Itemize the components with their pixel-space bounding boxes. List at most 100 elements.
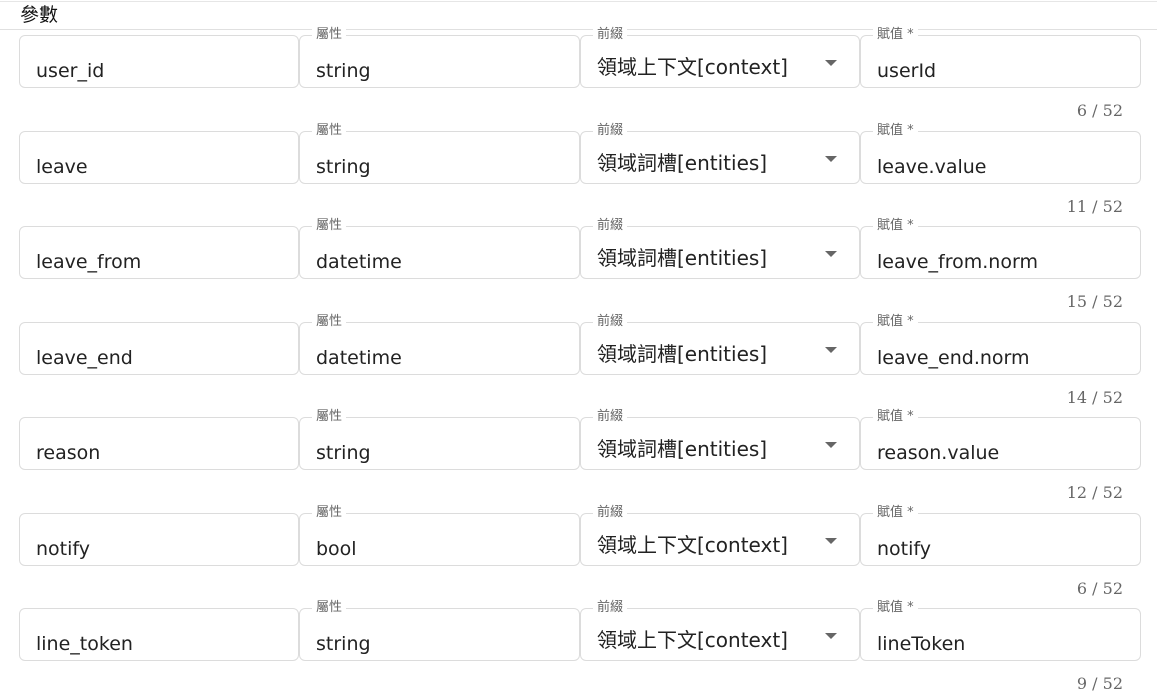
parameter-row: user_id 屬性 string 前綴 領域上下文[context] 賦值 *… <box>0 27 1157 127</box>
param-prefix-value: 領域詞槽[entities] <box>597 151 768 175</box>
param-name-value: leave_from <box>36 251 142 273</box>
param-prefix-label: 前綴 <box>593 505 628 521</box>
parameter-row: notify 屬性 bool 前綴 領域上下文[context] 賦值 * no… <box>0 505 1157 605</box>
param-prefix-select[interactable]: 前綴 領域詞槽[entities] <box>580 409 860 470</box>
param-name-field[interactable]: leave_end <box>19 322 299 375</box>
param-assign-field[interactable]: 賦值 * leave_from.norm <box>860 218 1141 279</box>
param-assign-value: lineToken <box>877 633 966 655</box>
parameter-row: leave 屬性 string 前綴 領域詞槽[entities] 賦值 * l… <box>0 123 1157 223</box>
param-prefix-select[interactable]: 前綴 領域詞槽[entities] <box>580 123 860 184</box>
param-assign-label: 賦值 * <box>873 505 918 521</box>
param-type-value: string <box>316 156 371 178</box>
param-type-field[interactable]: 屬性 string <box>299 600 580 661</box>
char-counter: 9 / 52 <box>1076 674 1123 693</box>
param-prefix-label: 前綴 <box>593 409 628 425</box>
param-type-field[interactable]: 屬性 string <box>299 409 580 470</box>
param-prefix-label: 前綴 <box>593 600 628 616</box>
section-title: 參數 <box>20 4 59 26</box>
param-assign-label: 賦值 * <box>873 600 918 616</box>
param-prefix-select[interactable]: 前綴 領域上下文[context] <box>580 600 860 661</box>
param-prefix-select[interactable]: 前綴 領域詞槽[entities] <box>580 218 860 279</box>
param-prefix-label: 前綴 <box>593 314 628 330</box>
param-name-field[interactable]: notify <box>19 513 299 566</box>
param-assign-label: 賦值 * <box>873 27 918 43</box>
parameter-row: reason 屬性 string 前綴 領域詞槽[entities] 賦值 * … <box>0 409 1157 509</box>
param-prefix-select[interactable]: 前綴 領域上下文[context] <box>580 505 860 566</box>
param-prefix-label: 前綴 <box>593 27 628 43</box>
param-prefix-value: 領域上下文[context] <box>597 628 788 652</box>
char-counter: 12 / 52 <box>1066 483 1123 502</box>
param-assign-field[interactable]: 賦值 * notify <box>860 505 1141 566</box>
char-counter: 6 / 52 <box>1076 101 1123 120</box>
param-assign-field[interactable]: 賦值 * userId <box>860 27 1141 88</box>
char-counter: 15 / 52 <box>1066 292 1123 311</box>
param-prefix-label: 前綴 <box>593 123 628 139</box>
param-assign-label: 賦值 * <box>873 218 918 234</box>
dropdown-caret-icon[interactable] <box>825 633 837 639</box>
top-divider <box>0 1 1157 2</box>
param-assign-field[interactable]: 賦值 * lineToken <box>860 600 1141 661</box>
dropdown-caret-icon[interactable] <box>825 538 837 544</box>
param-type-label: 屬性 <box>312 27 347 43</box>
param-type-field[interactable]: 屬性 string <box>299 123 580 184</box>
param-name-field[interactable]: line_token <box>19 608 299 661</box>
dropdown-caret-icon[interactable] <box>825 251 837 257</box>
param-type-value: datetime <box>316 347 402 369</box>
param-name-value: reason <box>36 442 101 464</box>
param-type-field[interactable]: 屬性 datetime <box>299 314 580 375</box>
param-type-value: datetime <box>316 251 402 273</box>
param-type-value: string <box>316 60 371 82</box>
param-assign-label: 賦值 * <box>873 123 918 139</box>
dropdown-caret-icon[interactable] <box>825 347 837 353</box>
param-assign-label: 賦值 * <box>873 409 918 425</box>
param-name-field[interactable]: reason <box>19 417 299 470</box>
param-assign-value: leave.value <box>877 156 987 178</box>
param-assign-field[interactable]: 賦值 * leave_end.norm <box>860 314 1141 375</box>
param-name-value: notify <box>36 538 90 560</box>
param-name-value: line_token <box>36 633 133 655</box>
param-name-value: leave <box>36 156 88 178</box>
param-name-value: user_id <box>36 60 105 82</box>
dropdown-caret-icon[interactable] <box>825 60 837 66</box>
param-prefix-value: 領域上下文[context] <box>597 55 788 79</box>
param-type-field[interactable]: 屬性 datetime <box>299 218 580 279</box>
param-assign-value: userId <box>877 60 937 82</box>
param-type-value: string <box>316 633 371 655</box>
param-type-field[interactable]: 屬性 bool <box>299 505 580 566</box>
param-type-value: string <box>316 442 371 464</box>
parameter-row: leave_from 屬性 datetime 前綴 領域詞槽[entities]… <box>0 218 1157 318</box>
param-prefix-select[interactable]: 前綴 領域上下文[context] <box>580 27 860 88</box>
param-assign-label: 賦值 * <box>873 314 918 330</box>
param-name-value: leave_end <box>36 347 133 369</box>
param-name-field[interactable]: user_id <box>19 35 299 88</box>
param-prefix-value: 領域上下文[context] <box>597 533 788 557</box>
param-type-label: 屬性 <box>312 314 347 330</box>
parameter-row: leave_end 屬性 datetime 前綴 領域詞槽[entities] … <box>0 314 1157 414</box>
param-type-value: bool <box>316 538 357 560</box>
param-prefix-value: 領域詞槽[entities] <box>597 342 768 366</box>
param-name-field[interactable]: leave <box>19 131 299 184</box>
dropdown-caret-icon[interactable] <box>825 442 837 448</box>
param-prefix-select[interactable]: 前綴 領域詞槽[entities] <box>580 314 860 375</box>
param-prefix-label: 前綴 <box>593 218 628 234</box>
char-counter: 14 / 52 <box>1066 388 1123 407</box>
param-assign-field[interactable]: 賦值 * leave.value <box>860 123 1141 184</box>
param-name-field[interactable]: leave_from <box>19 226 299 279</box>
param-type-label: 屬性 <box>312 505 347 521</box>
param-prefix-value: 領域詞槽[entities] <box>597 246 768 270</box>
char-counter: 6 / 52 <box>1076 579 1123 598</box>
param-type-field[interactable]: 屬性 string <box>299 27 580 88</box>
header-divider <box>0 29 1157 30</box>
param-type-label: 屬性 <box>312 123 347 139</box>
param-prefix-value: 領域詞槽[entities] <box>597 437 768 461</box>
param-assign-value: reason.value <box>877 442 1000 464</box>
param-type-label: 屬性 <box>312 218 347 234</box>
param-assign-value: leave_end.norm <box>877 347 1030 369</box>
param-assign-field[interactable]: 賦值 * reason.value <box>860 409 1141 470</box>
param-assign-value: leave_from.norm <box>877 251 1038 273</box>
param-assign-value: notify <box>877 538 931 560</box>
parameter-row: line_token 屬性 string 前綴 領域上下文[context] 賦… <box>0 600 1157 700</box>
param-type-label: 屬性 <box>312 409 347 425</box>
dropdown-caret-icon[interactable] <box>825 156 837 162</box>
char-counter: 11 / 52 <box>1066 197 1123 216</box>
